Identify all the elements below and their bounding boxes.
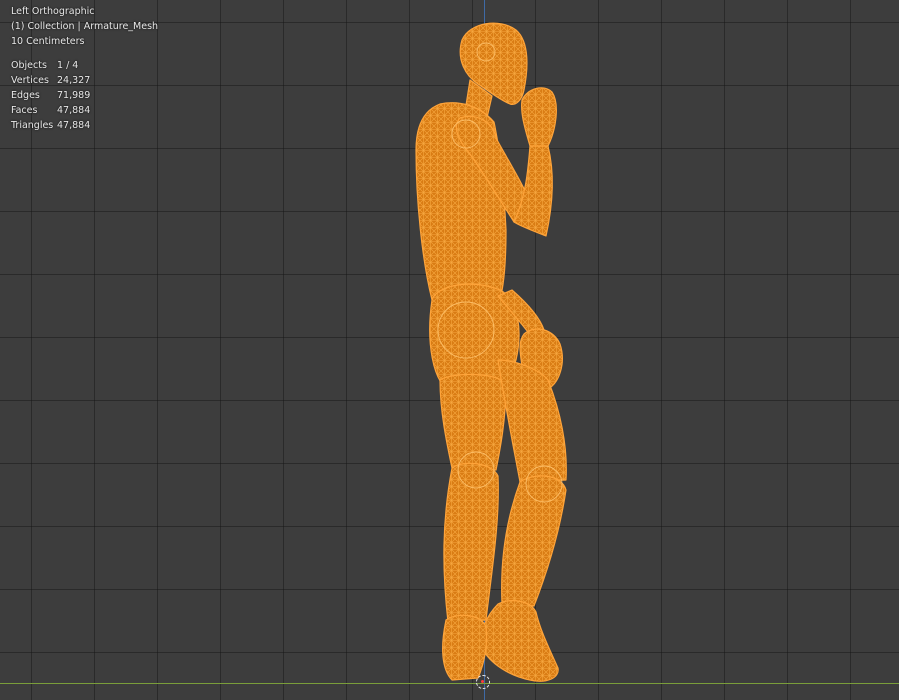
collection-label: (1) Collection | Armature_Mesh bbox=[11, 21, 159, 32]
stats-row-faces: Faces 47,884 bbox=[11, 103, 158, 118]
stats-row-edges: Edges 71,989 bbox=[11, 88, 158, 103]
stats-label: Vertices bbox=[11, 75, 49, 86]
stats-value: 71,989 bbox=[57, 90, 91, 101]
stats-label: Objects bbox=[11, 60, 47, 71]
stats-value: 47,884 bbox=[57, 105, 91, 116]
stats-row-vertices: Vertices 24,327 bbox=[11, 73, 158, 88]
mesh-back-foot bbox=[480, 600, 559, 682]
stats-label: Triangles bbox=[11, 120, 54, 131]
stats-label: Edges bbox=[11, 90, 40, 101]
mesh-front-thigh bbox=[439, 373, 507, 471]
viewport-info-overlay: Left Orthographic (1) Collection | Armat… bbox=[11, 4, 158, 133]
stats-row-objects: Objects 1 / 4 bbox=[11, 58, 158, 73]
mesh-raised-hand bbox=[521, 87, 557, 147]
stats-row-triangles: Triangles 47,884 bbox=[11, 118, 158, 133]
view-name-label: Left Orthographic bbox=[11, 6, 95, 17]
mesh-back-shin bbox=[501, 475, 567, 607]
stats-value: 1 / 4 bbox=[57, 60, 79, 71]
object-origin-icon[interactable] bbox=[476, 675, 490, 689]
stats-value: 24,327 bbox=[57, 75, 91, 86]
stats-value: 47,884 bbox=[57, 120, 91, 131]
grid-scale-label: 10 Centimeters bbox=[11, 36, 85, 47]
stats-label: Faces bbox=[11, 105, 38, 116]
mesh-front-foot bbox=[442, 614, 488, 681]
3d-viewport[interactable]: Left Orthographic (1) Collection | Armat… bbox=[0, 0, 899, 700]
